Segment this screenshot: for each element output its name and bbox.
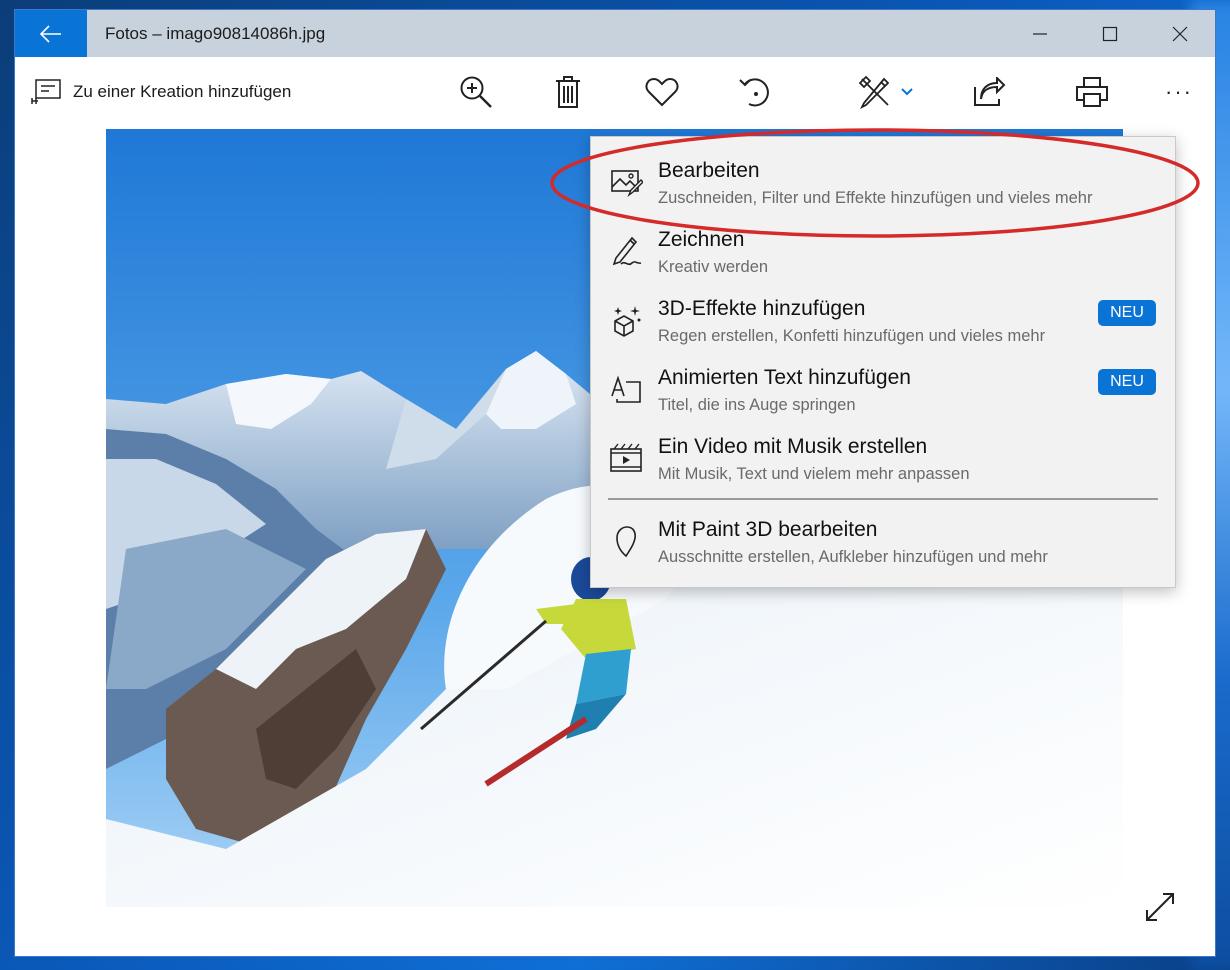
edit-create-button[interactable] <box>851 72 921 112</box>
favorite-icon <box>645 77 679 107</box>
menu-item-subtitle: Titel, die ins Auge springen <box>658 396 856 414</box>
share-button[interactable] <box>965 72 1013 112</box>
menu-item-animierter-text[interactable]: Animierten Text hinzufügen Titel, die in… <box>591 358 1175 424</box>
minimize-icon <box>1033 32 1047 35</box>
new-badge: NEU <box>1098 369 1156 395</box>
back-arrow-icon <box>40 24 61 43</box>
menu-item-subtitle: Zuschneiden, Filter und Effekte hinzufüg… <box>658 189 1093 207</box>
window-controls <box>1005 10 1215 57</box>
zoom-button[interactable] <box>452 72 500 112</box>
minimize-button[interactable] <box>1005 10 1075 57</box>
expand-icon <box>1146 893 1174 921</box>
share-icon <box>974 77 1006 106</box>
toolbar: Zu einer Kreation hinzufügen ··· <box>15 57 1215 127</box>
pen-draw-icon <box>612 236 642 266</box>
menu-item-title: Mit Paint 3D bearbeiten <box>658 518 878 541</box>
menu-item-zeichnen[interactable]: Zeichnen Kreativ werden <box>591 220 1175 286</box>
delete-icon <box>556 76 580 108</box>
menu-item-subtitle: Ausschnitte erstellen, Aufkleber hinzufü… <box>658 548 1048 566</box>
menu-item-title: Ein Video mit Musik erstellen <box>658 435 928 458</box>
menu-item-paint-3d[interactable]: Mit Paint 3D bearbeiten Ausschnitte erst… <box>591 510 1175 576</box>
menu-item-title: Animierten Text hinzufügen <box>658 366 911 389</box>
rotate-icon <box>739 78 769 107</box>
close-icon <box>1172 26 1188 41</box>
animated-text-icon <box>611 375 641 403</box>
back-button[interactable] <box>15 10 87 57</box>
menu-separator <box>608 498 1158 500</box>
menu-item-3d-effekte[interactable]: 3D-Effekte hinzufügen Regen erstellen, K… <box>591 289 1175 355</box>
menu-item-title: 3D-Effekte hinzufügen <box>658 297 866 320</box>
window-title: Fotos – imago90814086h.jpg <box>105 23 326 43</box>
menu-item-subtitle: Kreativ werden <box>658 258 769 276</box>
full-screen-button[interactable] <box>1143 890 1179 926</box>
maximize-button[interactable] <box>1075 10 1145 57</box>
add-to-creation-label: Zu einer Kreation hinzufügen <box>73 82 292 101</box>
new-badge: NEU <box>1098 300 1156 326</box>
menu-item-bearbeiten[interactable]: Bearbeiten Zuschneiden, Filter und Effek… <box>591 151 1175 217</box>
add-to-creation-icon <box>31 79 61 104</box>
print-button[interactable] <box>1068 72 1116 112</box>
add-to-creation-button[interactable]: Zu einer Kreation hinzufügen <box>31 79 291 105</box>
maximize-icon <box>1102 26 1118 41</box>
3d-effects-icon <box>614 306 641 337</box>
delete-button[interactable] <box>544 72 592 112</box>
menu-item-title: Zeichnen <box>658 228 745 251</box>
photos-app-window: Fotos – imago90814086h.jpg Zu einer Krea… <box>15 10 1215 956</box>
title-bar: Fotos – imago90814086h.jpg <box>15 10 1215 57</box>
print-icon <box>1076 77 1108 107</box>
rotate-button[interactable] <box>730 72 778 112</box>
video-music-icon <box>610 443 642 472</box>
photo-edit-icon <box>611 170 643 198</box>
close-button[interactable] <box>1145 10 1215 57</box>
menu-item-video-musik[interactable]: Ein Video mit Musik erstellen Mit Musik,… <box>591 427 1175 493</box>
more-button[interactable]: ··· <box>1155 72 1203 112</box>
more-icon: ··· <box>1165 79 1193 104</box>
edit-create-icon <box>858 75 890 109</box>
menu-item-subtitle: Regen erstellen, Konfetti hinzufügen und… <box>658 327 1046 345</box>
paint3d-icon <box>616 526 636 558</box>
chevron-down-icon <box>901 88 913 96</box>
zoom-in-icon <box>460 76 492 108</box>
edit-create-menu: Bearbeiten Zuschneiden, Filter und Effek… <box>590 136 1176 588</box>
menu-item-title: Bearbeiten <box>658 159 760 182</box>
menu-item-subtitle: Mit Musik, Text und vielem mehr anpassen <box>658 465 970 483</box>
favorite-button[interactable] <box>638 72 686 112</box>
